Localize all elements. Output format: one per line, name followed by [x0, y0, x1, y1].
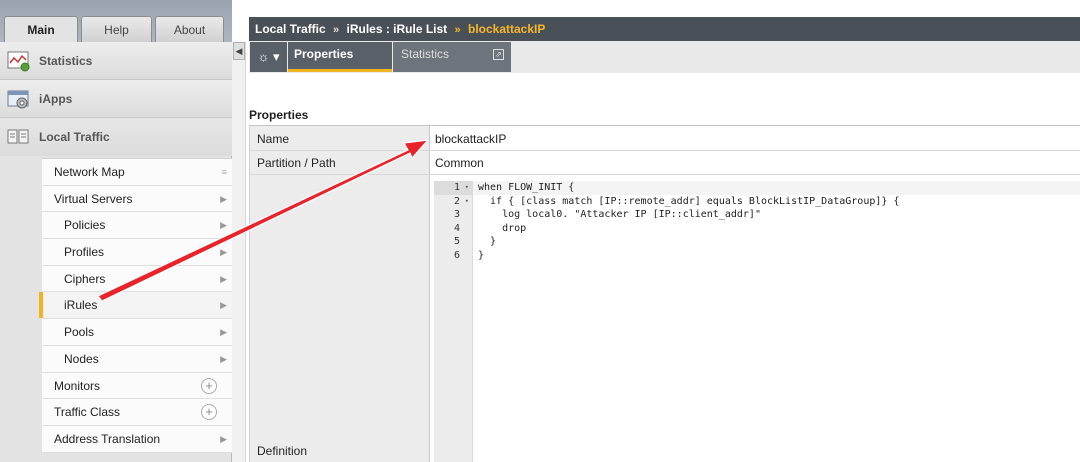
- gear-icon: ☼ ▾: [257, 49, 280, 64]
- submenu-item-pools[interactable]: Pools ▶: [42, 319, 232, 346]
- line-number: 6: [434, 249, 473, 263]
- code-line: when FLOW_INIT {: [478, 182, 575, 193]
- properties-label-column: [249, 126, 430, 462]
- chevron-right-icon: ▶: [220, 327, 227, 338]
- submenu-item-label: Ciphers: [64, 271, 106, 286]
- line-number-text: 1: [453, 182, 460, 193]
- submenu-item-virtual-servers[interactable]: Virtual Servers ▶: [42, 185, 232, 213]
- nav-collapse-bar: ◀: [232, 42, 246, 462]
- iapps-icon: [7, 90, 29, 109]
- code-line: if { [class match [IP::remote_addr] equa…: [478, 195, 900, 207]
- name-label: Name: [257, 132, 290, 146]
- partition-label: Partition / Path: [257, 156, 336, 170]
- partition-value: Common: [435, 156, 484, 170]
- line-number: 3: [434, 208, 473, 222]
- local-traffic-icon: [7, 129, 29, 144]
- tab-statistics[interactable]: Statistics ⇗: [393, 42, 511, 72]
- submenu-item-label: Network Map: [54, 165, 125, 179]
- nav-section-label: iApps: [39, 92, 73, 106]
- row-divider: [249, 174, 1080, 175]
- submenu-item-label: Traffic Class: [54, 405, 121, 420]
- local-traffic-submenu: Network Map ≡ Virtual Servers ▶ Policies ▶ Pro…: [39, 158, 232, 453]
- chevron-right-icon: ▶: [220, 353, 227, 364]
- tab-properties[interactable]: Properties: [288, 42, 392, 72]
- tab-main[interactable]: Main: [4, 16, 78, 45]
- breadcrumb-local-traffic[interactable]: Local Traffic: [255, 22, 326, 36]
- fold-toggle-icon[interactable]: ▾: [465, 181, 469, 195]
- add-icon[interactable]: +: [201, 404, 217, 421]
- submenu-item-ciphers[interactable]: Ciphers ▶: [42, 265, 232, 293]
- chevron-right-icon: ▶: [220, 273, 227, 284]
- submenu-item-profiles[interactable]: Profiles ▶: [42, 239, 232, 266]
- code-line: drop: [478, 222, 527, 234]
- line-number-text: 5: [453, 236, 460, 248]
- submenu-item-address-translation[interactable]: Address Translation ▶: [42, 425, 232, 453]
- submenu-item-label: Pools: [64, 325, 95, 340]
- nav-tab-bar: Main Help About: [0, 0, 232, 45]
- properties-heading: Properties: [249, 108, 309, 122]
- submenu-item-label: Nodes: [64, 351, 99, 366]
- line-number: 4: [434, 222, 473, 236]
- collapse-nav-button[interactable]: ◀: [233, 42, 245, 60]
- code-line: log local0. "Attacker IP [IP::client_add…: [478, 209, 761, 221]
- line-number: 2 ▾: [434, 195, 473, 209]
- nav-section-local-traffic[interactable]: Local Traffic: [0, 118, 232, 156]
- chevron-right-icon: ▶: [220, 300, 227, 311]
- submenu-item-label: Virtual Servers: [54, 191, 133, 206]
- tab-about[interactable]: About: [155, 16, 224, 44]
- irule-definition-editor[interactable]: 1 ▾ 2 ▾ 3 4 5 6 when FLOW_INIT { if { [class ma…: [434, 181, 1080, 462]
- chevron-right-icon: ▶: [220, 193, 227, 204]
- main-navigation: Main Help About Statistics iApps Local T…: [0, 0, 232, 462]
- submenu-item-network-map[interactable]: Network Map ≡: [42, 159, 232, 186]
- breadcrumb-irule-list[interactable]: iRules : iRule List: [347, 22, 448, 36]
- nav-section-label: Local Traffic: [39, 130, 110, 144]
- breadcrumb-separator: »: [454, 24, 461, 36]
- code-line: }: [478, 250, 485, 261]
- grip-icon: ≡: [221, 167, 227, 177]
- submenu-item-irules[interactable]: iRules ▶: [39, 292, 232, 320]
- chevron-right-icon: ▶: [220, 433, 227, 444]
- row-divider: [249, 150, 1080, 151]
- chevron-right-icon: ▶: [220, 220, 227, 231]
- line-number-text: 4: [453, 222, 460, 234]
- breadcrumb: Local Traffic » iRules : iRule List » bl…: [249, 17, 1080, 41]
- definition-label: Definition: [257, 444, 308, 458]
- properties-table: Name blockattackIP Partition / Path Comm…: [249, 125, 1080, 462]
- content-tab-strip: ☼ ▾ Properties Statistics ⇗: [249, 41, 1080, 73]
- line-number-text: 6: [453, 250, 460, 261]
- breadcrumb-current: blockattackIP: [468, 22, 546, 36]
- fold-toggle-icon[interactable]: ▾: [465, 195, 469, 209]
- submenu-item-label: Policies: [64, 218, 106, 233]
- submenu-item-traffic-class[interactable]: Traffic Class +: [42, 399, 232, 426]
- submenu-item-nodes[interactable]: Nodes ▶: [42, 345, 232, 373]
- line-number-gutter: 1 ▾ 2 ▾ 3 4 5 6: [434, 181, 473, 462]
- line-number: 1 ▾: [434, 181, 473, 195]
- name-value: blockattackIP: [435, 132, 507, 146]
- breadcrumb-separator: »: [333, 24, 340, 36]
- submenu-item-label: Address Translation: [54, 431, 161, 446]
- statistics-icon: [7, 51, 30, 72]
- tab-help[interactable]: Help: [81, 16, 152, 44]
- submenu-item-monitors[interactable]: Monitors +: [42, 372, 232, 400]
- submenu-item-policies[interactable]: Policies ▶: [42, 212, 232, 240]
- submenu-item-label: iRules: [64, 298, 98, 313]
- line-number-text: 3: [453, 209, 460, 221]
- add-icon[interactable]: +: [201, 377, 217, 394]
- chevron-right-icon: ▶: [220, 247, 227, 258]
- nav-section-statistics[interactable]: Statistics: [0, 42, 232, 80]
- popout-icon[interactable]: ⇗: [493, 49, 504, 60]
- line-number-text: 2: [453, 195, 460, 207]
- nav-section-iapps[interactable]: iApps: [0, 80, 232, 118]
- code-line: }: [478, 236, 497, 248]
- submenu-item-label: Profiles: [64, 245, 105, 260]
- gear-menu-button[interactable]: ☼ ▾: [250, 42, 287, 72]
- line-number: 5: [434, 235, 473, 249]
- nav-section-label: Statistics: [39, 54, 93, 68]
- tab-statistics-label: Statistics: [401, 47, 450, 61]
- submenu-item-label: Monitors: [54, 378, 101, 393]
